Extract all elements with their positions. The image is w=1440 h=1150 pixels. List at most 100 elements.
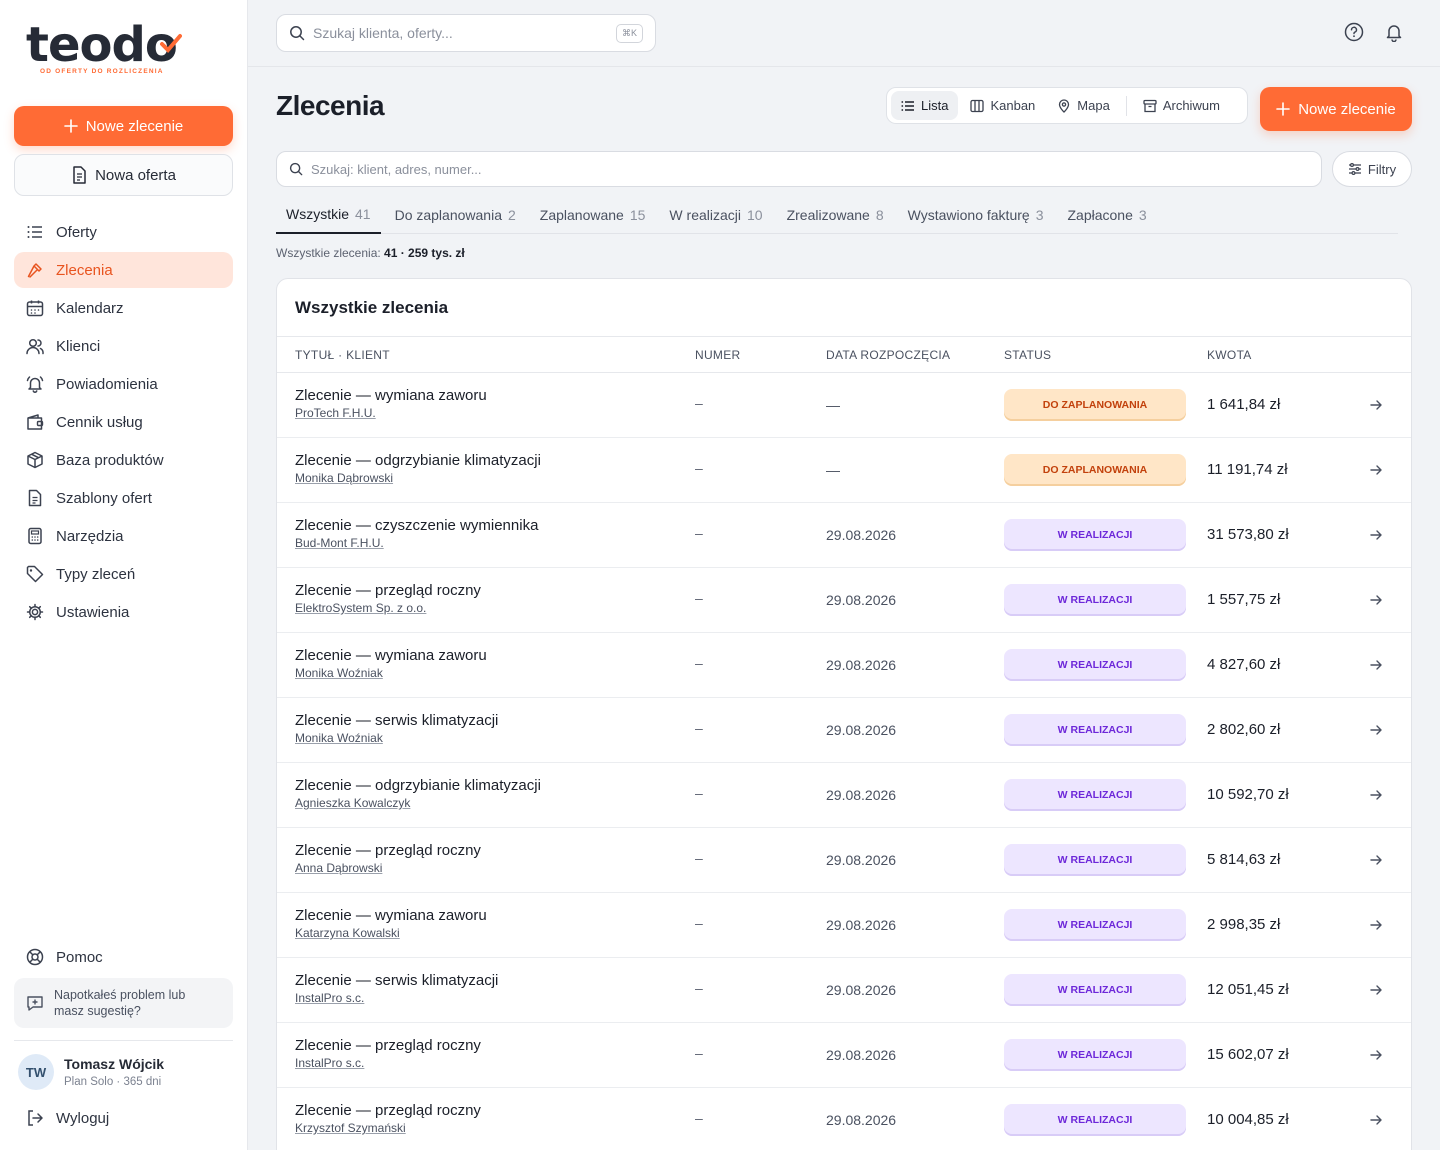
sidebar-item-powiadomienia[interactable]: Powiadomienia (14, 366, 233, 402)
global-search-input[interactable] (313, 25, 603, 41)
arrow-right-icon[interactable] (1369, 788, 1383, 802)
view-list[interactable]: Lista (891, 91, 959, 120)
client-link[interactable]: Monika Woźniak (295, 666, 383, 680)
tab-w-realizacji[interactable]: W realizacji 10 (659, 196, 772, 234)
lifebuoy-icon (26, 948, 44, 966)
tab-zrealizowane[interactable]: Zrealizowane 8 (777, 196, 894, 234)
filters-button[interactable]: Filtry (1332, 151, 1412, 187)
table-row[interactable]: Zlecenie — serwis klimatyzacji InstalPro … (277, 958, 1411, 1023)
global-search[interactable]: ⌘K (276, 14, 656, 52)
tab-wystawiono-fakturę[interactable]: Wystawiono fakturę 3 (898, 196, 1054, 234)
user-profile[interactable]: TW Tomasz Wójcik Plan Solo · 365 dni (18, 1054, 164, 1090)
sidebar-item-klienci[interactable]: Klienci (14, 328, 233, 364)
table-row[interactable]: Zlecenie — wymiana zaworu Katarzyna Kowal… (277, 893, 1411, 958)
sidebar-item-zlecenia[interactable]: Zlecenia (14, 252, 233, 288)
client-link[interactable]: Bud-Mont F.H.U. (295, 536, 384, 550)
tab-zaplanowane[interactable]: Zaplanowane 15 (530, 196, 656, 234)
sidebar-item-typy-zleceń[interactable]: Typy zleceń (14, 556, 233, 592)
status-badge: W REALIZACJI (1004, 584, 1186, 616)
sidebar-item-oferty[interactable]: Oferty (14, 214, 233, 250)
wallet-icon (27, 414, 44, 430)
arrow-right-icon[interactable] (1369, 528, 1383, 542)
arrow-right-icon[interactable] (1369, 918, 1383, 932)
arrow-right-icon[interactable] (1369, 398, 1383, 412)
sidebar-item-ustawienia[interactable]: Ustawienia (14, 594, 233, 630)
sidebar-item-baza-produktów[interactable]: Baza produktów (14, 442, 233, 478)
column-status: STATUS (1004, 348, 1052, 362)
client-link[interactable]: ElektroSystem Sp. z o.o. (295, 601, 426, 615)
orders-search[interactable] (276, 151, 1322, 187)
arrow-right-icon[interactable] (1369, 853, 1383, 867)
arrow-right-icon[interactable] (1369, 983, 1383, 997)
header-new-order-button[interactable]: Nowe zlecenie (1260, 87, 1412, 131)
order-amount: 12 051,45 zł (1207, 981, 1289, 998)
table-row[interactable]: Zlecenie — serwis klimatyzacji Monika Woź… (277, 698, 1411, 763)
logo[interactable]: teodo OD OFERTY DO ROZLICZENIA (26, 20, 186, 80)
new-order-button[interactable]: Nowe zlecenie (14, 106, 233, 146)
sidebar-item-cennik-usług[interactable]: Cennik usług (14, 404, 233, 440)
tab-count: 3 (1138, 207, 1147, 223)
start-date: 29.08.2026 (826, 1112, 897, 1128)
sidebar-item-kalendarz[interactable]: Kalendarz (14, 290, 233, 326)
table-row[interactable]: Zlecenie — czyszczenie wymiennika Bud-Mon… (277, 503, 1411, 568)
table-row[interactable]: Zlecenie — przegląd roczny InstalPro s.c.… (277, 1023, 1411, 1088)
tab-do-zaplanowania[interactable]: Do zaplanowania 2 (385, 196, 526, 234)
client-link[interactable]: InstalPro s.c. (295, 991, 364, 1005)
order-title: Zlecenie — serwis klimatyzacji (295, 712, 499, 729)
order-amount: 10 592,70 zł (1207, 786, 1289, 803)
sidebar-item-narzędzia[interactable]: Narzędzia (14, 518, 233, 554)
order-amount: 11 191,74 zł (1207, 461, 1288, 478)
orders-search-input[interactable] (311, 161, 1211, 177)
client-link[interactable]: Monika Dąbrowski (295, 471, 393, 485)
tab-label: Zapłacone (1067, 207, 1133, 223)
new-offer-button[interactable]: Nowa oferta (14, 154, 233, 196)
table-title: Wszystkie zlecenia (295, 298, 449, 317)
arrow-right-icon[interactable] (1369, 658, 1383, 672)
sidebar-item-szablony-ofert[interactable]: Szablony ofert (14, 480, 233, 516)
view-divider (1125, 95, 1127, 116)
client-link[interactable]: Krzysztof Szymański (295, 1121, 406, 1135)
table-row[interactable]: Zlecenie — odgrzybianie klimatyzacji Moni… (277, 438, 1411, 503)
order-title: Zlecenie — odgrzybianie klimatyzacji (295, 452, 541, 469)
table-body: Zlecenie — wymiana zaworu ProTech F.H.U. –… (277, 373, 1411, 1150)
arrow-right-icon[interactable] (1369, 593, 1383, 607)
view-archive[interactable]: Archiwum (1133, 91, 1230, 120)
arrow-right-icon[interactable] (1369, 463, 1383, 477)
table-row[interactable]: Zlecenie — przegląd roczny Krzysztof Szym… (277, 1088, 1411, 1150)
tab-wszystkie[interactable]: Wszystkie 41 (276, 196, 381, 234)
view-kanban[interactable]: Kanban (960, 91, 1045, 120)
start-date: 29.08.2026 (826, 722, 897, 738)
tab-zapłacone[interactable]: Zapłacone 3 (1057, 196, 1156, 234)
bell-icon (26, 376, 44, 393)
arrow-right-icon[interactable] (1369, 1113, 1383, 1127)
table-row[interactable]: Zlecenie — odgrzybianie klimatyzacji Agni… (277, 763, 1411, 828)
table-row[interactable]: Zlecenie — wymiana zaworu ProTech F.H.U. –… (277, 373, 1411, 438)
help-link[interactable]: Pomoc (14, 939, 233, 975)
arrow-right-icon[interactable] (1369, 723, 1383, 737)
summary-value: 41 · 259 tys. zł (384, 246, 465, 260)
status-badge: W REALIZACJI (1004, 714, 1186, 746)
logout-button[interactable]: Wyloguj (14, 1100, 233, 1136)
table-row[interactable]: Zlecenie — przegląd roczny Anna Dąbrowski… (277, 828, 1411, 893)
client-link[interactable]: InstalPro s.c. (295, 1056, 364, 1070)
table-row[interactable]: Zlecenie — przegląd roczny ElektroSystem … (277, 568, 1411, 633)
client-link[interactable]: Anna Dąbrowski (295, 861, 382, 875)
client-link[interactable]: Agnieszka Kowalczyk (295, 796, 410, 810)
client-link[interactable]: Monika Woźniak (295, 731, 383, 745)
users-icon (26, 338, 44, 355)
avatar: TW (18, 1054, 54, 1090)
bell-icon[interactable] (1384, 22, 1404, 42)
calendar-icon (26, 300, 44, 317)
client-link[interactable]: Katarzyna Kowalski (295, 926, 400, 940)
sidebar-item-label: Ustawienia (56, 603, 130, 621)
feedback-text: Napotkałeś problem lub masz sugestię? (54, 988, 186, 1018)
feedback-box[interactable]: Napotkałeś problem lub masz sugestię? (14, 978, 233, 1028)
help-circle-icon[interactable] (1344, 22, 1364, 42)
logout-label: Wyloguj (56, 1109, 110, 1127)
client-link[interactable]: ProTech F.H.U. (295, 406, 376, 420)
table-row[interactable]: Zlecenie — wymiana zaworu Monika Woźniak –… (277, 633, 1411, 698)
order-title: Zlecenie — wymiana zaworu (295, 387, 487, 404)
view-map[interactable]: Mapa (1047, 91, 1120, 120)
arrow-right-icon[interactable] (1369, 1048, 1383, 1062)
filters-label: Filtry (1367, 161, 1397, 177)
